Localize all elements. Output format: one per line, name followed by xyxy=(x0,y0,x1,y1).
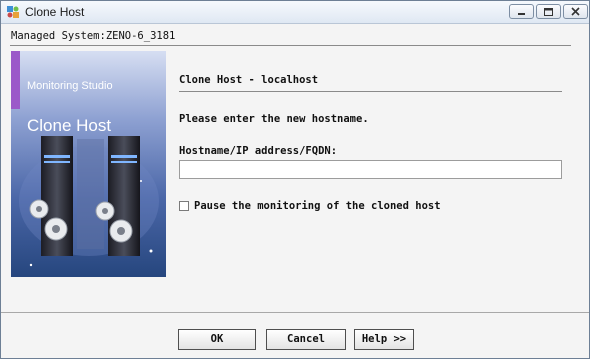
pause-monitoring-label[interactable]: Pause the monitoring of the cloned host xyxy=(194,200,441,212)
ok-button[interactable]: OK xyxy=(178,329,256,350)
bottom-divider xyxy=(1,312,589,313)
help-button[interactable]: Help >> xyxy=(354,329,414,350)
instruction-text: Please enter the new hostname. xyxy=(179,113,369,125)
maximize-icon xyxy=(544,8,553,16)
cancel-button[interactable]: Cancel xyxy=(266,329,346,350)
section-title: Clone Host - localhost xyxy=(179,74,319,86)
title-bar[interactable]: Clone Host xyxy=(1,1,589,24)
window-title: Clone Host xyxy=(25,5,85,19)
minimize-button[interactable] xyxy=(509,4,534,19)
hostname-label: Hostname/IP address/FQDN: xyxy=(179,145,338,157)
clone-host-dialog: Clone Host Managed System:ZENO-6_3181 Mo… xyxy=(0,0,590,359)
side-banner-brand: Monitoring Studio xyxy=(27,80,113,92)
app-icon xyxy=(7,6,19,18)
side-banner-image: Monitoring Studio Clone Host xyxy=(11,51,166,277)
side-banner-heading: Clone Host xyxy=(27,116,111,135)
pause-monitoring-checkbox[interactable] xyxy=(179,201,189,211)
top-divider xyxy=(10,45,571,46)
managed-system-label: Managed System:ZENO-6_3181 xyxy=(11,30,176,42)
close-button[interactable] xyxy=(563,4,588,19)
maximize-button[interactable] xyxy=(536,4,561,19)
dialog-content: Managed System:ZENO-6_3181 Monitoring St… xyxy=(1,24,589,358)
hostname-input[interactable] xyxy=(179,160,562,179)
section-divider xyxy=(179,91,562,92)
minimize-icon xyxy=(518,13,525,15)
close-icon xyxy=(571,7,580,16)
